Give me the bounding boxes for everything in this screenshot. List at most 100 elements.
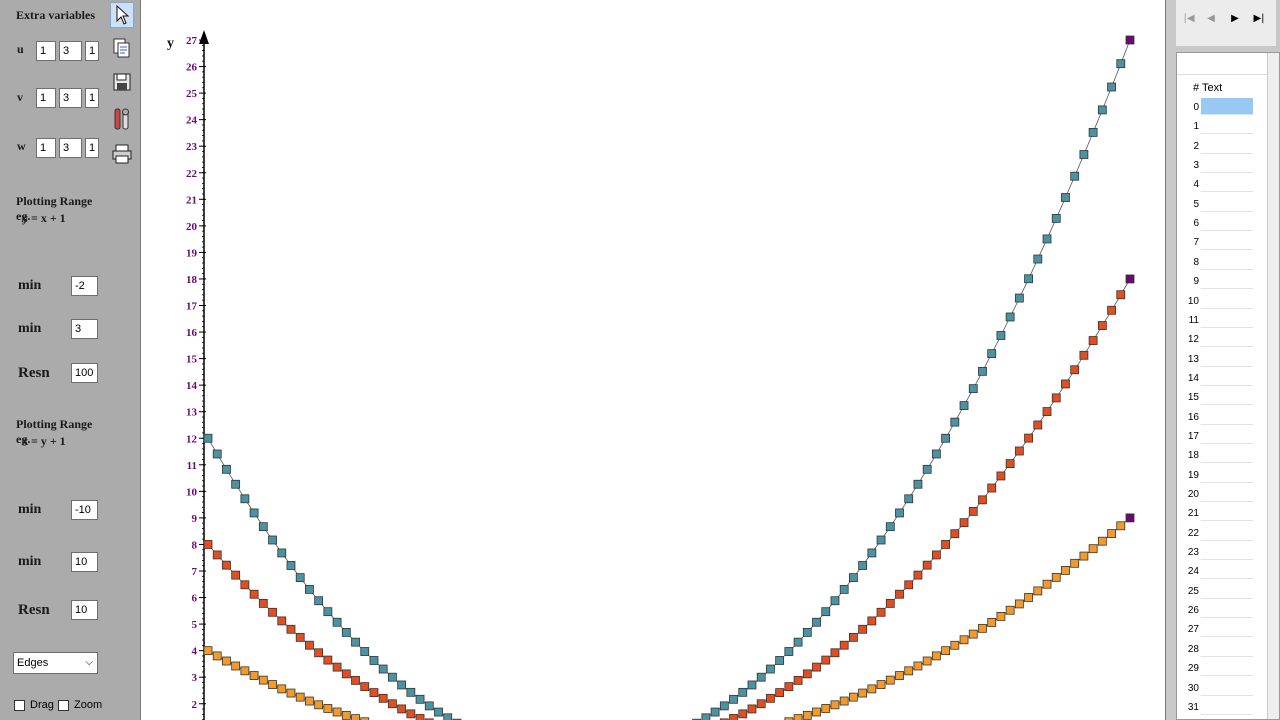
table-row[interactable]: 18 [1177, 446, 1265, 465]
table-row[interactable]: 13 [1177, 350, 1265, 369]
range-x-min-input[interactable]: -10 [71, 500, 98, 520]
text-cell[interactable] [1201, 524, 1253, 541]
mode-select[interactable]: Edges ⌵ [13, 652, 98, 674]
var-u-step[interactable]: 1 [85, 41, 99, 61]
text-cell[interactable] [1201, 117, 1253, 135]
text-cell[interactable] [1201, 233, 1253, 251]
grid-scrollbar[interactable] [1267, 53, 1279, 719]
play-icon[interactable]: ▶ [1226, 10, 1244, 26]
text-cell[interactable] [1201, 446, 1253, 464]
text-cell[interactable] [1201, 427, 1253, 444]
text-cell[interactable] [1201, 214, 1253, 232]
previous-icon[interactable]: ◀ [1202, 10, 1220, 26]
text-cell[interactable] [1201, 292, 1253, 309]
text-cell[interactable] [1201, 620, 1253, 638]
table-row[interactable]: 21 [1177, 504, 1265, 523]
text-grid[interactable]: # Text 0 1 2 3 4 5 6 7 8 9 10 11 12 13 14 15 16 17 18 19 20 2… [1176, 52, 1280, 720]
zoom-checkbox[interactable] [58, 700, 69, 711]
drag-checkbox[interactable] [14, 700, 25, 711]
save-icon[interactable] [110, 69, 134, 95]
tools-icon[interactable] [110, 106, 134, 132]
range-y-min-input[interactable]: -2 [71, 276, 98, 296]
text-cell[interactable] [1201, 272, 1253, 290]
table-row[interactable]: 20 [1177, 485, 1265, 504]
table-row[interactable]: 5 [1177, 195, 1265, 214]
table-row[interactable]: 24 [1177, 562, 1265, 581]
text-cell[interactable] [1201, 175, 1253, 193]
table-row[interactable]: 12 [1177, 330, 1265, 349]
text-cell[interactable] [1201, 543, 1253, 561]
text-cell[interactable] [1201, 408, 1253, 425]
pointer-icon[interactable] [110, 2, 134, 28]
text-cell[interactable] [1201, 562, 1253, 580]
range-y-max-input[interactable]: 3 [71, 319, 98, 339]
text-cell[interactable] [1201, 156, 1253, 174]
text-cell[interactable] [1201, 253, 1253, 270]
table-row[interactable]: 7 [1177, 233, 1265, 252]
table-row[interactable]: 0 [1177, 98, 1265, 117]
table-row[interactable]: 8 [1177, 253, 1265, 272]
table-row[interactable]: 10 [1177, 292, 1265, 311]
table-row[interactable]: 22 [1177, 524, 1265, 543]
table-row[interactable]: 19 [1177, 466, 1265, 485]
table-row[interactable]: 4 [1177, 175, 1265, 194]
text-cell[interactable] [1201, 195, 1253, 212]
table-row[interactable]: 14 [1177, 369, 1265, 388]
table-row[interactable]: 23 [1177, 543, 1265, 562]
table-row[interactable]: 1 [1177, 117, 1265, 136]
table-row[interactable]: 3 [1177, 156, 1265, 175]
table-row[interactable]: 25 [1177, 582, 1265, 601]
series-point [1005, 459, 1015, 469]
var-w-start[interactable]: 1 [36, 138, 56, 158]
text-cell[interactable] [1201, 485, 1253, 502]
table-row[interactable]: 16 [1177, 408, 1265, 427]
text-cell[interactable] [1201, 350, 1253, 367]
text-cell[interactable] [1201, 137, 1253, 154]
text-cell[interactable] [1201, 388, 1253, 406]
table-row[interactable]: 31 [1177, 698, 1265, 717]
table-row[interactable]: 15 [1177, 388, 1265, 407]
grid-filter-row[interactable] [1177, 53, 1279, 75]
table-row[interactable]: 30 [1177, 679, 1265, 698]
table-row[interactable]: 26 [1177, 601, 1265, 620]
text-cell[interactable] [1201, 582, 1253, 599]
text-cell[interactable] [1201, 98, 1253, 115]
text-cell[interactable] [1201, 698, 1253, 715]
var-v-step[interactable]: 1 [85, 88, 99, 108]
table-row[interactable]: 28 [1177, 640, 1265, 659]
var-w-step[interactable]: 1 [85, 138, 99, 158]
var-w-end[interactable]: 3 [59, 138, 82, 158]
table-row[interactable]: 9 [1177, 272, 1265, 291]
text-cell[interactable] [1201, 369, 1253, 386]
series-point [277, 616, 287, 626]
table-row[interactable]: 17 [1177, 427, 1265, 446]
print-icon[interactable] [110, 141, 134, 167]
table-row[interactable]: 2 [1177, 137, 1265, 156]
range-y-resn-input[interactable]: 100 [71, 363, 98, 383]
last-icon[interactable]: ▶| [1250, 10, 1268, 26]
graph-canvas[interactable]: y234567891011121314151617181920212223242… [141, 0, 1165, 720]
copy-icon[interactable] [110, 35, 134, 61]
text-cell[interactable] [1201, 504, 1253, 522]
table-row[interactable]: 6 [1177, 214, 1265, 233]
text-cell[interactable] [1201, 466, 1253, 483]
var-u-start[interactable]: 1 [36, 41, 56, 61]
text-cell[interactable] [1201, 640, 1253, 657]
var-v-end[interactable]: 3 [59, 88, 82, 108]
text-cell[interactable] [1201, 601, 1253, 619]
text-cell[interactable] [1201, 330, 1253, 348]
table-row[interactable]: 11 [1177, 311, 1265, 330]
text-cell[interactable] [1201, 659, 1253, 677]
text-cell[interactable] [1201, 311, 1253, 328]
series-point [747, 704, 757, 714]
table-row[interactable]: 27 [1177, 620, 1265, 639]
range-x-max-input[interactable]: 10 [71, 552, 98, 572]
first-icon[interactable]: |◀ [1180, 10, 1198, 26]
table-row[interactable]: 29 [1177, 659, 1265, 678]
var-v-start[interactable]: 1 [36, 88, 56, 108]
series-line [207, 544, 425, 720]
range-x-resn-input[interactable]: 10 [71, 600, 98, 620]
plot-area[interactable]: y 2 3 4 5 6 7 8 9 10 11 12 13 14 15 16 17 18 19 20 21 22 23 24 2… [140, 0, 1166, 720]
text-cell[interactable] [1201, 679, 1253, 696]
var-u-end[interactable]: 3 [59, 41, 82, 61]
